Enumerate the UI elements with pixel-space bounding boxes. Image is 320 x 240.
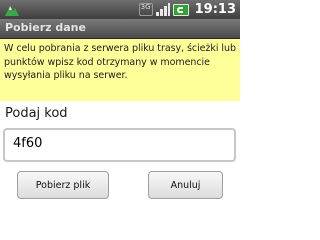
dialog-title: Pobierz dane bbox=[5, 21, 86, 34]
download-button[interactable]: Pobierz plik bbox=[17, 171, 109, 199]
code-field[interactable] bbox=[3, 128, 236, 162]
app-logo-icon bbox=[5, 6, 19, 16]
status-time: 19:13 bbox=[194, 2, 236, 17]
cancel-button[interactable]: Anuluj bbox=[148, 171, 223, 199]
network-3g-icon: 3G bbox=[138, 3, 153, 16]
code-label: Podaj kod bbox=[5, 106, 68, 121]
dialog-title-bar: Pobierz dane bbox=[0, 19, 240, 39]
info-panel: W celu pobrania z serwera pliku trasy, ś… bbox=[0, 39, 240, 101]
battery-icon bbox=[172, 3, 189, 16]
info-text: W celu pobrania z serwera pliku trasy, ś… bbox=[4, 43, 236, 81]
status-bar: 3G 19:13 bbox=[0, 0, 240, 19]
code-input[interactable] bbox=[13, 136, 223, 151]
signal-strength-icon bbox=[155, 3, 170, 16]
